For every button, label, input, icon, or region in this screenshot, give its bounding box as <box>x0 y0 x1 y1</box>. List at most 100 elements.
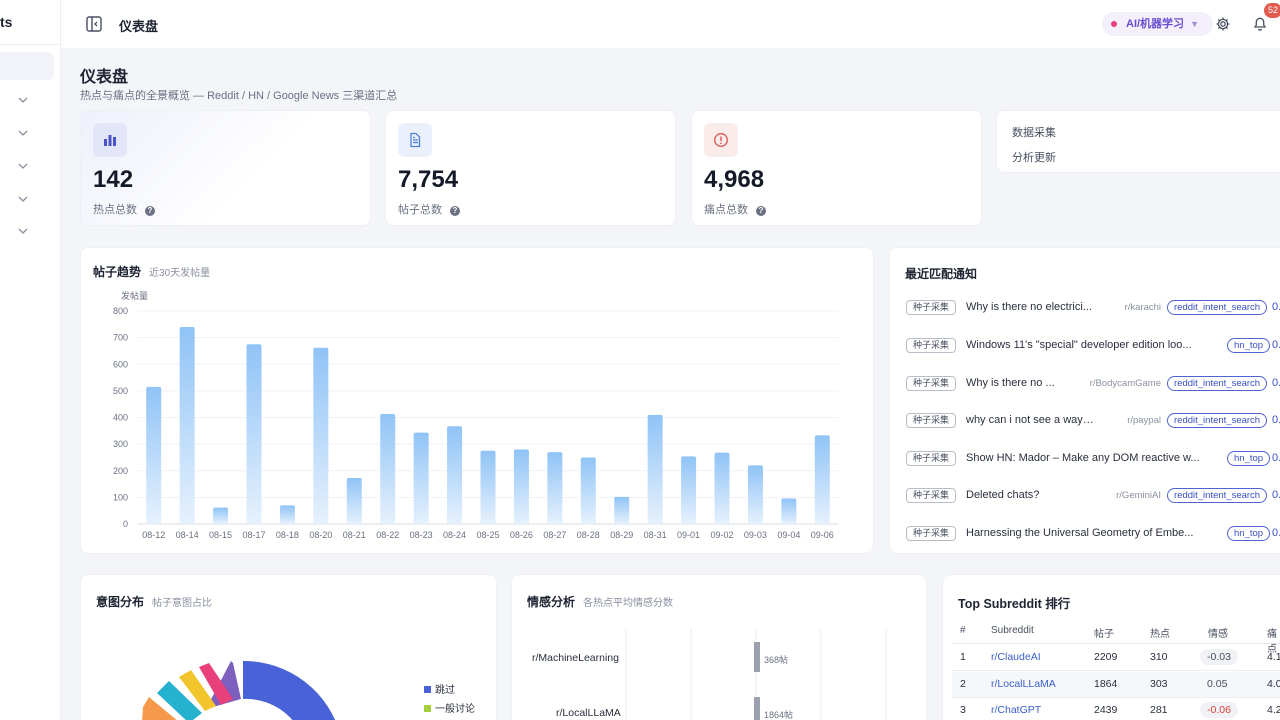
help-icon[interactable]: ? <box>450 206 460 216</box>
x-tick-label: 09-03 <box>744 530 767 540</box>
bar[interactable] <box>346 477 362 524</box>
bar[interactable] <box>714 452 730 524</box>
stat-card-hotspots[interactable]: 142 热点总数? <box>80 110 371 226</box>
notification-title: Harnessing the Universal Geometry of Emb… <box>966 527 1194 539</box>
notification-item[interactable]: 种子采集 Windows 11's "special" developer edi… <box>906 337 1280 355</box>
notification-item[interactable]: 种子采集 Why is there no ... r/BodycamGame redd… <box>906 375 1280 393</box>
sidebar-item-active[interactable] <box>0 52 54 80</box>
bar[interactable] <box>647 414 663 524</box>
bar[interactable] <box>781 498 797 524</box>
stat-value: 7,754 <box>398 166 459 193</box>
bar[interactable] <box>413 432 429 524</box>
help-icon[interactable]: ? <box>145 206 155 216</box>
table-header[interactable]: 情感 <box>1208 625 1228 640</box>
notification-item[interactable]: 种子采集 Harnessing the Universal Geometry of… <box>906 525 1280 543</box>
x-tick-label: 09-06 <box>811 530 834 540</box>
y-tick-label: 600 <box>113 359 128 369</box>
sidebar-toggle-icon[interactable] <box>85 15 103 33</box>
match-score: 0.8 <box>1272 377 1280 389</box>
sentiment-card: 情感分析 各热点平均情感分数 r/MachineLearning 368帖 r/L… <box>511 574 927 720</box>
bar[interactable] <box>213 507 229 524</box>
chevron-down-icon[interactable] <box>16 159 30 173</box>
bar[interactable] <box>681 456 697 524</box>
brand-name: ts <box>0 14 13 30</box>
gear-icon[interactable] <box>1215 16 1231 32</box>
bar[interactable] <box>313 347 329 524</box>
sentiment-row-label: r/LocalLLaMA <box>556 707 621 719</box>
chevron-down-icon[interactable] <box>16 126 30 140</box>
legend-item[interactable]: 跳过 <box>424 681 455 696</box>
notification-item[interactable]: 种子采集 Show HN: Mador – Make any DOM reacti… <box>906 450 1280 468</box>
notification-item[interactable]: 种子采集 Deleted chats? r/GeminiAI reddit_inten… <box>906 487 1280 505</box>
y-axis-label: 发帖量 <box>121 290 148 301</box>
data-collection-link[interactable]: 数据采集 <box>1012 124 1056 140</box>
y-tick-label: 0 <box>123 519 128 529</box>
y-tick-label: 100 <box>113 492 128 502</box>
stat-card-posts[interactable]: 7,754 帖子总数? <box>385 110 676 226</box>
post-count: 2209 <box>1094 651 1118 663</box>
chevron-down-icon[interactable] <box>16 93 30 107</box>
bar[interactable] <box>179 326 195 524</box>
bar[interactable] <box>380 414 396 524</box>
subreddit-label: r/paypal <box>1127 415 1161 426</box>
bar[interactable] <box>513 449 529 524</box>
source-tag: 种子采集 <box>906 451 957 466</box>
legend-item[interactable]: 一般讨论 <box>424 700 475 715</box>
y-tick-label: 800 <box>113 306 128 316</box>
sentiment-row-label: r/MachineLearning <box>532 652 619 664</box>
x-tick-label: 08-24 <box>443 530 466 540</box>
y-tick-label: 400 <box>113 413 128 423</box>
bar[interactable] <box>480 450 496 524</box>
subreddit-link[interactable]: r/ClaudeAI <box>991 651 1041 663</box>
row-divider <box>952 697 1280 698</box>
bar[interactable] <box>547 452 563 524</box>
x-tick-label: 08-29 <box>610 530 633 540</box>
subreddit-link[interactable]: r/LocalLLaMA <box>991 678 1056 690</box>
x-tick-label: 08-15 <box>209 530 232 540</box>
bar[interactable] <box>146 386 162 524</box>
category-selector[interactable]: AI/机器学习 ▼ <box>1102 12 1213 36</box>
match-score: 0.8 <box>1272 414 1280 426</box>
bar[interactable] <box>246 344 262 524</box>
help-icon[interactable]: ? <box>756 206 766 216</box>
y-tick-label: 500 <box>113 386 128 396</box>
stat-label: 热点总数? <box>93 201 155 217</box>
legend-swatch <box>424 705 431 712</box>
stat-label: 帖子总数? <box>398 201 460 217</box>
channel-tag: reddit_intent_search <box>1167 300 1268 315</box>
chevron-down-icon[interactable] <box>16 224 30 238</box>
table-header[interactable]: 热点 <box>1150 625 1170 640</box>
legend-label: 一般讨论 <box>435 704 475 715</box>
bell-icon[interactable] <box>1252 15 1268 32</box>
sentiment-row-count: 1864帖 <box>764 710 794 720</box>
channel-tag: hn_top <box>1227 526 1271 541</box>
sentiment-score: 0.05 <box>1207 678 1228 690</box>
stat-value: 142 <box>93 166 134 193</box>
table-divider <box>952 643 1280 644</box>
stat-icon-wrap <box>93 123 127 157</box>
subreddit-link[interactable]: r/ChatGPT <box>991 704 1041 716</box>
bar[interactable] <box>447 426 463 524</box>
x-tick-label: 09-01 <box>677 530 700 540</box>
x-tick-label: 09-02 <box>710 530 733 540</box>
stat-icon-wrap <box>398 123 432 157</box>
table-header[interactable]: 帖子 <box>1094 625 1114 640</box>
notification-item[interactable]: 种子采集 Why is there no electrici... r/karach… <box>906 299 1280 317</box>
legend-swatch <box>424 686 431 693</box>
hotspot-count: 281 <box>1150 704 1168 716</box>
notification-badge: 52 <box>1264 3 1280 18</box>
x-tick-label: 08-20 <box>309 530 332 540</box>
bar[interactable] <box>747 465 763 524</box>
chevron-down-icon[interactable] <box>16 192 30 206</box>
x-tick-label: 08-28 <box>577 530 600 540</box>
stat-card-painpoints[interactable]: 4,968 痛点总数? <box>691 110 982 226</box>
notification-title: Windows 11's "special" developer edition… <box>966 339 1192 351</box>
sentiment-score: -0.06 <box>1200 702 1238 718</box>
notification-item[interactable]: 种子采集 why can i not see a way t... r/paypal… <box>906 412 1280 430</box>
bar[interactable] <box>614 496 630 524</box>
bar[interactable] <box>279 505 295 524</box>
topbar: 仪表盘 AI/机器学习 ▼ 52 <box>61 0 1280 48</box>
bar[interactable] <box>580 457 596 524</box>
bar[interactable] <box>814 435 830 524</box>
analysis-update-link[interactable]: 分析更新 <box>1012 149 1056 165</box>
